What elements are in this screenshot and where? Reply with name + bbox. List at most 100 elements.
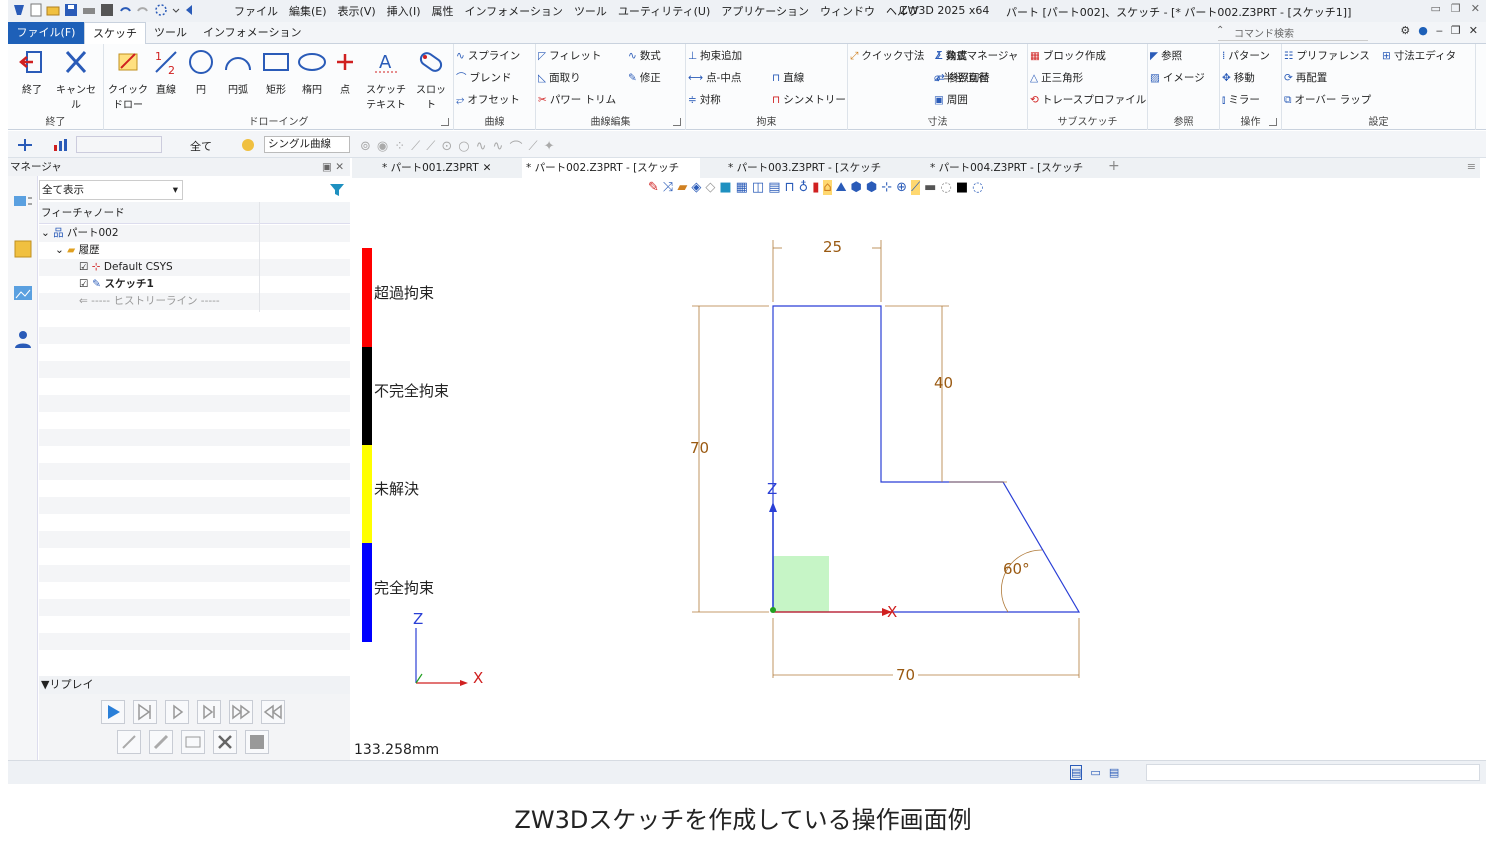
image-button[interactable]: ▨ イメージ bbox=[1150, 68, 1205, 88]
dropdown-icon[interactable] bbox=[172, 3, 180, 17]
dim-bottom[interactable]: 70 bbox=[893, 666, 919, 684]
dots-icon[interactable]: ⁘ bbox=[394, 139, 405, 154]
save-icon[interactable] bbox=[64, 3, 78, 17]
replay-delete-button[interactable] bbox=[213, 730, 237, 754]
ellipse-button[interactable]: 楕円 bbox=[294, 48, 330, 96]
point-button[interactable]: 点 bbox=[330, 48, 360, 96]
dim-angle[interactable]: 60° bbox=[1003, 560, 1030, 578]
tab-information[interactable]: インフォメーション bbox=[195, 22, 309, 44]
tab-tools[interactable]: ツール bbox=[146, 22, 195, 44]
pattern-button[interactable]: ⁞ パターン bbox=[1222, 46, 1270, 66]
chevron-down-icon[interactable]: ⌄ bbox=[55, 244, 64, 256]
replay-tool-1-button[interactable] bbox=[117, 730, 141, 754]
relocate-button[interactable]: ⟳ 再配置 bbox=[1284, 68, 1327, 88]
replay-tool-5-button[interactable] bbox=[245, 730, 269, 754]
reference-button[interactable]: ◤ 参照 bbox=[1150, 46, 1182, 66]
slot-button[interactable]: スロット bbox=[412, 48, 450, 111]
dim-right[interactable]: 40 bbox=[934, 374, 953, 392]
open-folder-icon[interactable] bbox=[46, 3, 60, 17]
save-as-icon[interactable] bbox=[100, 3, 114, 17]
undo-icon[interactable] bbox=[118, 3, 132, 17]
new-file-icon[interactable] bbox=[30, 3, 42, 17]
dim-top[interactable]: 25 bbox=[823, 238, 842, 256]
finish-button[interactable]: 終了 bbox=[10, 48, 54, 96]
group-launcher-icon[interactable] bbox=[1269, 118, 1277, 126]
preferences-button[interactable]: ☷ プリファレンス bbox=[1284, 46, 1370, 66]
chevron-down-icon[interactable]: ⌄ bbox=[41, 227, 50, 239]
restore-icon[interactable]: ❐ bbox=[1451, 2, 1461, 15]
group-launcher-icon[interactable] bbox=[441, 118, 449, 126]
block-create-button[interactable]: ▦ ブロック作成 bbox=[1030, 46, 1106, 66]
group-launcher-icon[interactable] bbox=[673, 118, 681, 126]
replay-step-button[interactable] bbox=[165, 700, 189, 724]
add-constraint-button[interactable]: ⊥ 拘束追加 bbox=[688, 46, 742, 66]
panel-icon[interactable]: ▤ bbox=[1109, 766, 1119, 779]
move-button[interactable]: ✥ 移動 bbox=[1222, 68, 1255, 88]
close-window-icon[interactable]: ✕ bbox=[1471, 2, 1480, 15]
circle-snap-icon[interactable]: ⊙ bbox=[441, 139, 452, 154]
menu-edit[interactable]: 編集(E) bbox=[289, 3, 327, 19]
sketch-viewport[interactable]: ✎ ⤨ ▰ ◈ ◇ ■ ▦ ◫ ▤ ⊓ ♁ ▮ ⌂ ⛰ ⬢ ⬢ ⊹ ⊕ ⟋ ▬ … bbox=[352, 178, 1480, 760]
arc-snap-icon[interactable]: ⌒ bbox=[509, 137, 522, 156]
tree-node-history[interactable]: ⌄ ▰ 履歴 bbox=[39, 242, 350, 259]
overlap-button[interactable]: ⧉ オーバー ラップ bbox=[1284, 90, 1371, 110]
equation-manager-button[interactable]: Σ 数式マネージャ bbox=[936, 46, 1018, 66]
panel-close-icon[interactable]: ▣ ✕ bbox=[322, 158, 344, 176]
blend-button[interactable]: ⌒ ブレンド bbox=[456, 68, 512, 88]
ribbon-close-icon[interactable]: ✕ bbox=[1469, 24, 1478, 37]
view-tab-icon[interactable] bbox=[12, 282, 34, 304]
doc-tab-part003[interactable]: * パート003.Z3PRT - [スケッチ1]✕ bbox=[724, 158, 904, 194]
chart-filter-icon[interactable] bbox=[52, 137, 70, 153]
history-tab-icon[interactable] bbox=[12, 190, 34, 212]
replay-tool-3-button[interactable] bbox=[181, 730, 205, 754]
dim-left[interactable]: 70 bbox=[690, 439, 709, 457]
tree-node-csys[interactable]: ☑ ⊹ Default CSYS bbox=[39, 259, 350, 276]
curve-mode-select[interactable]: シングル曲線 bbox=[264, 136, 350, 153]
mirror-button[interactable]: ⫾ ミラー bbox=[1222, 90, 1260, 110]
trace-profile-button[interactable]: ⟲ トレースプロファイル bbox=[1030, 90, 1146, 110]
fillet-button[interactable]: ◸ フィレット bbox=[538, 46, 601, 66]
rewind-button[interactable] bbox=[261, 700, 285, 724]
offset-button[interactable]: ⥂ オフセット bbox=[456, 90, 520, 110]
command-search-input[interactable]: ⌃ コマンド検索 bbox=[1216, 25, 1368, 41]
power-trim-button[interactable]: ✂ パワー トリム bbox=[538, 90, 616, 110]
pick-filter-icon[interactable] bbox=[16, 137, 34, 153]
help-icon[interactable]: ● bbox=[1418, 24, 1428, 37]
selection-icon[interactable] bbox=[154, 3, 168, 17]
menu-attributes[interactable]: 属性 bbox=[431, 3, 453, 19]
menu-window[interactable]: ウィンドウ bbox=[820, 3, 875, 19]
minimize-icon[interactable]: ▭ bbox=[1431, 2, 1441, 15]
replay-end-button[interactable] bbox=[197, 700, 221, 724]
select-all-button[interactable]: 全て bbox=[190, 138, 212, 154]
angle-snap-icon[interactable]: ⟋ bbox=[528, 139, 537, 154]
assembly-tab-icon[interactable] bbox=[12, 238, 34, 260]
menu-application[interactable]: アプリケーション bbox=[721, 3, 809, 19]
menu-utility[interactable]: ユーティリティ(U) bbox=[618, 3, 710, 19]
checkbox-icon[interactable]: ☑ bbox=[79, 261, 88, 273]
triangle-button[interactable]: △ 正三角形 bbox=[1030, 68, 1083, 88]
symmetric-button[interactable]: ≑ 対称 bbox=[688, 90, 721, 110]
tree-node-history-line[interactable]: ⇐ ----- ヒストリーライン ----- bbox=[39, 293, 350, 310]
play-button[interactable] bbox=[101, 700, 125, 724]
quick-dimension-button[interactable]: ⤢ クイック寸法 bbox=[850, 46, 924, 66]
menu-insert[interactable]: 挿入(I) bbox=[387, 3, 421, 19]
play-circle-icon[interactable]: ◉ bbox=[377, 139, 388, 154]
close-tab-icon[interactable]: ✕ bbox=[483, 162, 492, 174]
dimension-editor-button[interactable]: ⊞ 寸法エディタ bbox=[1382, 46, 1456, 66]
layout-icon[interactable]: ▤ bbox=[1070, 765, 1083, 780]
modify-button[interactable]: ✎ 修正 bbox=[628, 68, 661, 88]
curve-snap-icon[interactable]: ∿ bbox=[476, 139, 487, 154]
line-snap2-icon[interactable]: ⟋ bbox=[426, 139, 435, 154]
user-tab-icon[interactable] bbox=[12, 328, 34, 350]
sketch-text-button[interactable]: A スケッチ テキスト bbox=[360, 48, 412, 111]
circle-snap2-icon[interactable]: ○ bbox=[458, 139, 469, 154]
tab-file[interactable]: ファイル(F) bbox=[8, 21, 84, 44]
curve-snap2-icon[interactable]: ∿ bbox=[493, 139, 504, 154]
ribbon-restore-icon[interactable]: ❐ bbox=[1451, 24, 1461, 37]
replay-tool-2-button[interactable] bbox=[149, 730, 173, 754]
midpoint-button[interactable]: ⟷ 点-中点 bbox=[688, 68, 741, 88]
perimeter-button[interactable]: ▣ 周囲 bbox=[934, 90, 968, 110]
tab-list-icon[interactable]: ≡ bbox=[1467, 160, 1476, 173]
symmetry-button[interactable]: ⊓ シンメトリー bbox=[772, 90, 846, 110]
straight-button[interactable]: ⊓ 直線 bbox=[772, 68, 804, 88]
